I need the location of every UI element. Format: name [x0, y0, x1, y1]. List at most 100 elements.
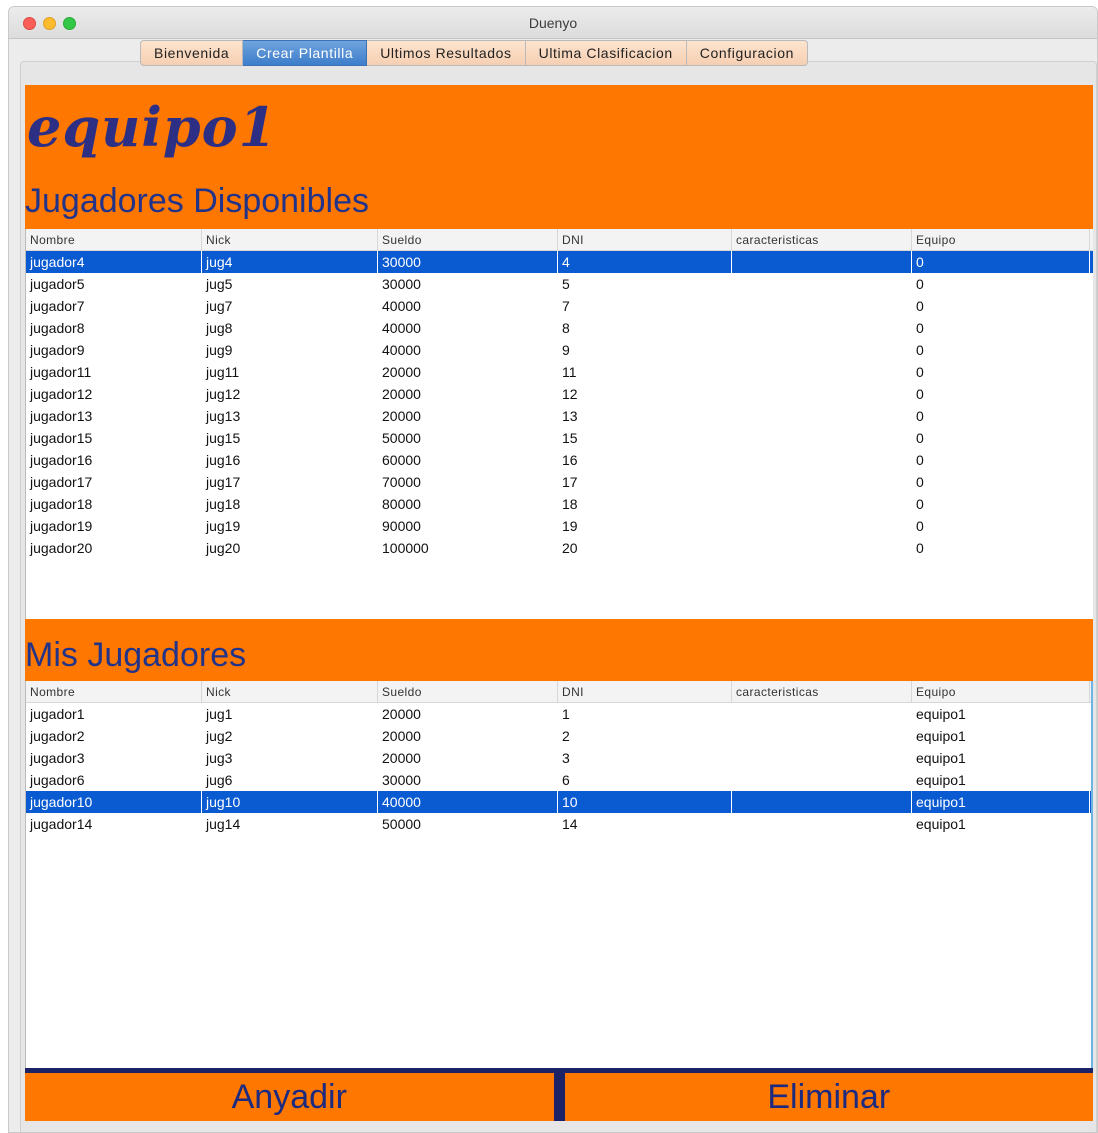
tab-bienvenida[interactable]: Bienvenida: [140, 40, 244, 66]
table-cell[interactable]: jug15: [202, 427, 378, 449]
table-cell[interactable]: jug5: [202, 273, 378, 295]
table-cell[interactable]: jugador10: [26, 791, 202, 813]
table-cell[interactable]: jugador20: [26, 537, 202, 559]
table-row[interactable]: jugador15 jug15 50000 15 0: [26, 427, 1093, 449]
table-row[interactable]: jugador2 jug2 20000 2 equipo1: [26, 725, 1091, 747]
table-cell[interactable]: jugador5: [26, 273, 202, 295]
table-cell[interactable]: 20000: [378, 703, 558, 725]
table-cell[interactable]: jug9: [202, 339, 378, 361]
table-row[interactable]: jugador20 jug20 100000 20 0: [26, 537, 1093, 559]
table-row[interactable]: jugador5 jug5 30000 5 0: [26, 273, 1093, 295]
table-cell[interactable]: jug19: [202, 515, 378, 537]
table-cell[interactable]: 20000: [378, 747, 558, 769]
table-cell[interactable]: 30000: [378, 769, 558, 791]
table-cell[interactable]: equipo1: [912, 725, 1090, 747]
table-cell[interactable]: [732, 339, 912, 361]
column-header[interactable]: DNI: [558, 681, 732, 702]
table-row[interactable]: jugador16 jug16 60000 16 0: [26, 449, 1093, 471]
table-cell[interactable]: 70000: [378, 471, 558, 493]
column-header[interactable]: Nick: [202, 681, 378, 702]
table-cell[interactable]: jug11: [202, 361, 378, 383]
table-cell[interactable]: jug20: [202, 537, 378, 559]
table-cell[interactable]: jug13: [202, 405, 378, 427]
table-cell[interactable]: jugador17: [26, 471, 202, 493]
table-cell[interactable]: 100000: [378, 537, 558, 559]
table-cell[interactable]: [732, 251, 912, 273]
table-cell[interactable]: jugador9: [26, 339, 202, 361]
column-header[interactable]: Equipo: [912, 681, 1090, 702]
table-cell[interactable]: [732, 405, 912, 427]
column-header[interactable]: caracteristicas: [732, 681, 912, 702]
table-cell[interactable]: jug4: [202, 251, 378, 273]
table-row[interactable]: jugador3 jug3 20000 3 equipo1: [26, 747, 1091, 769]
tab-crear-plantilla[interactable]: Crear Plantilla: [243, 40, 368, 66]
table-cell[interactable]: [732, 295, 912, 317]
table-row[interactable]: jugador13 jug13 20000 13 0: [26, 405, 1093, 427]
table-cell[interactable]: 0: [912, 339, 1090, 361]
table-cell[interactable]: jugador13: [26, 405, 202, 427]
available-players-table[interactable]: Nombre Nick Sueldo DNI caracteristicas E…: [25, 229, 1093, 619]
table-cell[interactable]: 0: [912, 449, 1090, 471]
table-cell[interactable]: 0: [912, 295, 1090, 317]
table-cell[interactable]: [732, 361, 912, 383]
table-cell[interactable]: equipo1: [912, 769, 1090, 791]
table-cell[interactable]: jugador2: [26, 725, 202, 747]
table-cell[interactable]: 30000: [378, 251, 558, 273]
table-cell[interactable]: jug2: [202, 725, 378, 747]
table-cell[interactable]: 17: [558, 471, 732, 493]
table-cell[interactable]: jugador15: [26, 427, 202, 449]
tab-configuracion[interactable]: Configuracion: [686, 40, 808, 66]
table-cell[interactable]: 3: [558, 747, 732, 769]
table-cell[interactable]: 20000: [378, 361, 558, 383]
column-header[interactable]: DNI: [558, 229, 732, 250]
table-cell[interactable]: 30000: [378, 273, 558, 295]
table-cell[interactable]: jug1: [202, 703, 378, 725]
column-header[interactable]: caracteristicas: [732, 229, 912, 250]
table-cell[interactable]: jug12: [202, 383, 378, 405]
table-cell[interactable]: 7: [558, 295, 732, 317]
table-row[interactable]: jugador17 jug17 70000 17 0: [26, 471, 1093, 493]
add-player-button[interactable]: Anyadir: [25, 1073, 554, 1121]
tab-ultimos-resultados[interactable]: Ultimos Resultados: [367, 40, 526, 66]
table-cell[interactable]: 0: [912, 427, 1090, 449]
table-cell[interactable]: [732, 493, 912, 515]
table-cell[interactable]: jugador1: [26, 703, 202, 725]
table-cell[interactable]: [732, 747, 912, 769]
column-header[interactable]: Sueldo: [378, 681, 558, 702]
table-cell[interactable]: 12: [558, 383, 732, 405]
table-cell[interactable]: jug16: [202, 449, 378, 471]
table-cell[interactable]: 0: [912, 361, 1090, 383]
table-cell[interactable]: 20: [558, 537, 732, 559]
table-cell[interactable]: 50000: [378, 427, 558, 449]
table-cell[interactable]: [732, 273, 912, 295]
table-cell[interactable]: equipo1: [912, 747, 1090, 769]
remove-player-button[interactable]: Eliminar: [565, 1073, 1094, 1121]
table-cell[interactable]: 20000: [378, 405, 558, 427]
table-cell[interactable]: 0: [912, 537, 1090, 559]
table-cell[interactable]: [732, 471, 912, 493]
table-cell[interactable]: 60000: [378, 449, 558, 471]
table-cell[interactable]: jugador4: [26, 251, 202, 273]
table-cell[interactable]: jug14: [202, 813, 378, 835]
table-cell[interactable]: 40000: [378, 339, 558, 361]
table-cell[interactable]: 40000: [378, 295, 558, 317]
table-cell[interactable]: 15: [558, 427, 732, 449]
table-cell[interactable]: equipo1: [912, 703, 1090, 725]
table-row[interactable]: jugador7 jug7 40000 7 0: [26, 295, 1093, 317]
table-row[interactable]: jugador12 jug12 20000 12 0: [26, 383, 1093, 405]
table-cell[interactable]: 0: [912, 405, 1090, 427]
table-cell[interactable]: jugador18: [26, 493, 202, 515]
table-cell[interactable]: 90000: [378, 515, 558, 537]
table-cell[interactable]: equipo1: [912, 813, 1090, 835]
table-cell[interactable]: 0: [912, 383, 1090, 405]
table-cell[interactable]: 13: [558, 405, 732, 427]
table-cell[interactable]: jugador3: [26, 747, 202, 769]
table-cell[interactable]: 0: [912, 493, 1090, 515]
table-cell[interactable]: jugador8: [26, 317, 202, 339]
table-cell[interactable]: jug18: [202, 493, 378, 515]
table-cell[interactable]: 16: [558, 449, 732, 471]
table-row[interactable]: jugador9 jug9 40000 9 0: [26, 339, 1093, 361]
column-header[interactable]: Nombre: [26, 229, 202, 250]
table-row[interactable]: jugador1 jug1 20000 1 equipo1: [26, 703, 1091, 725]
table-cell[interactable]: jug8: [202, 317, 378, 339]
